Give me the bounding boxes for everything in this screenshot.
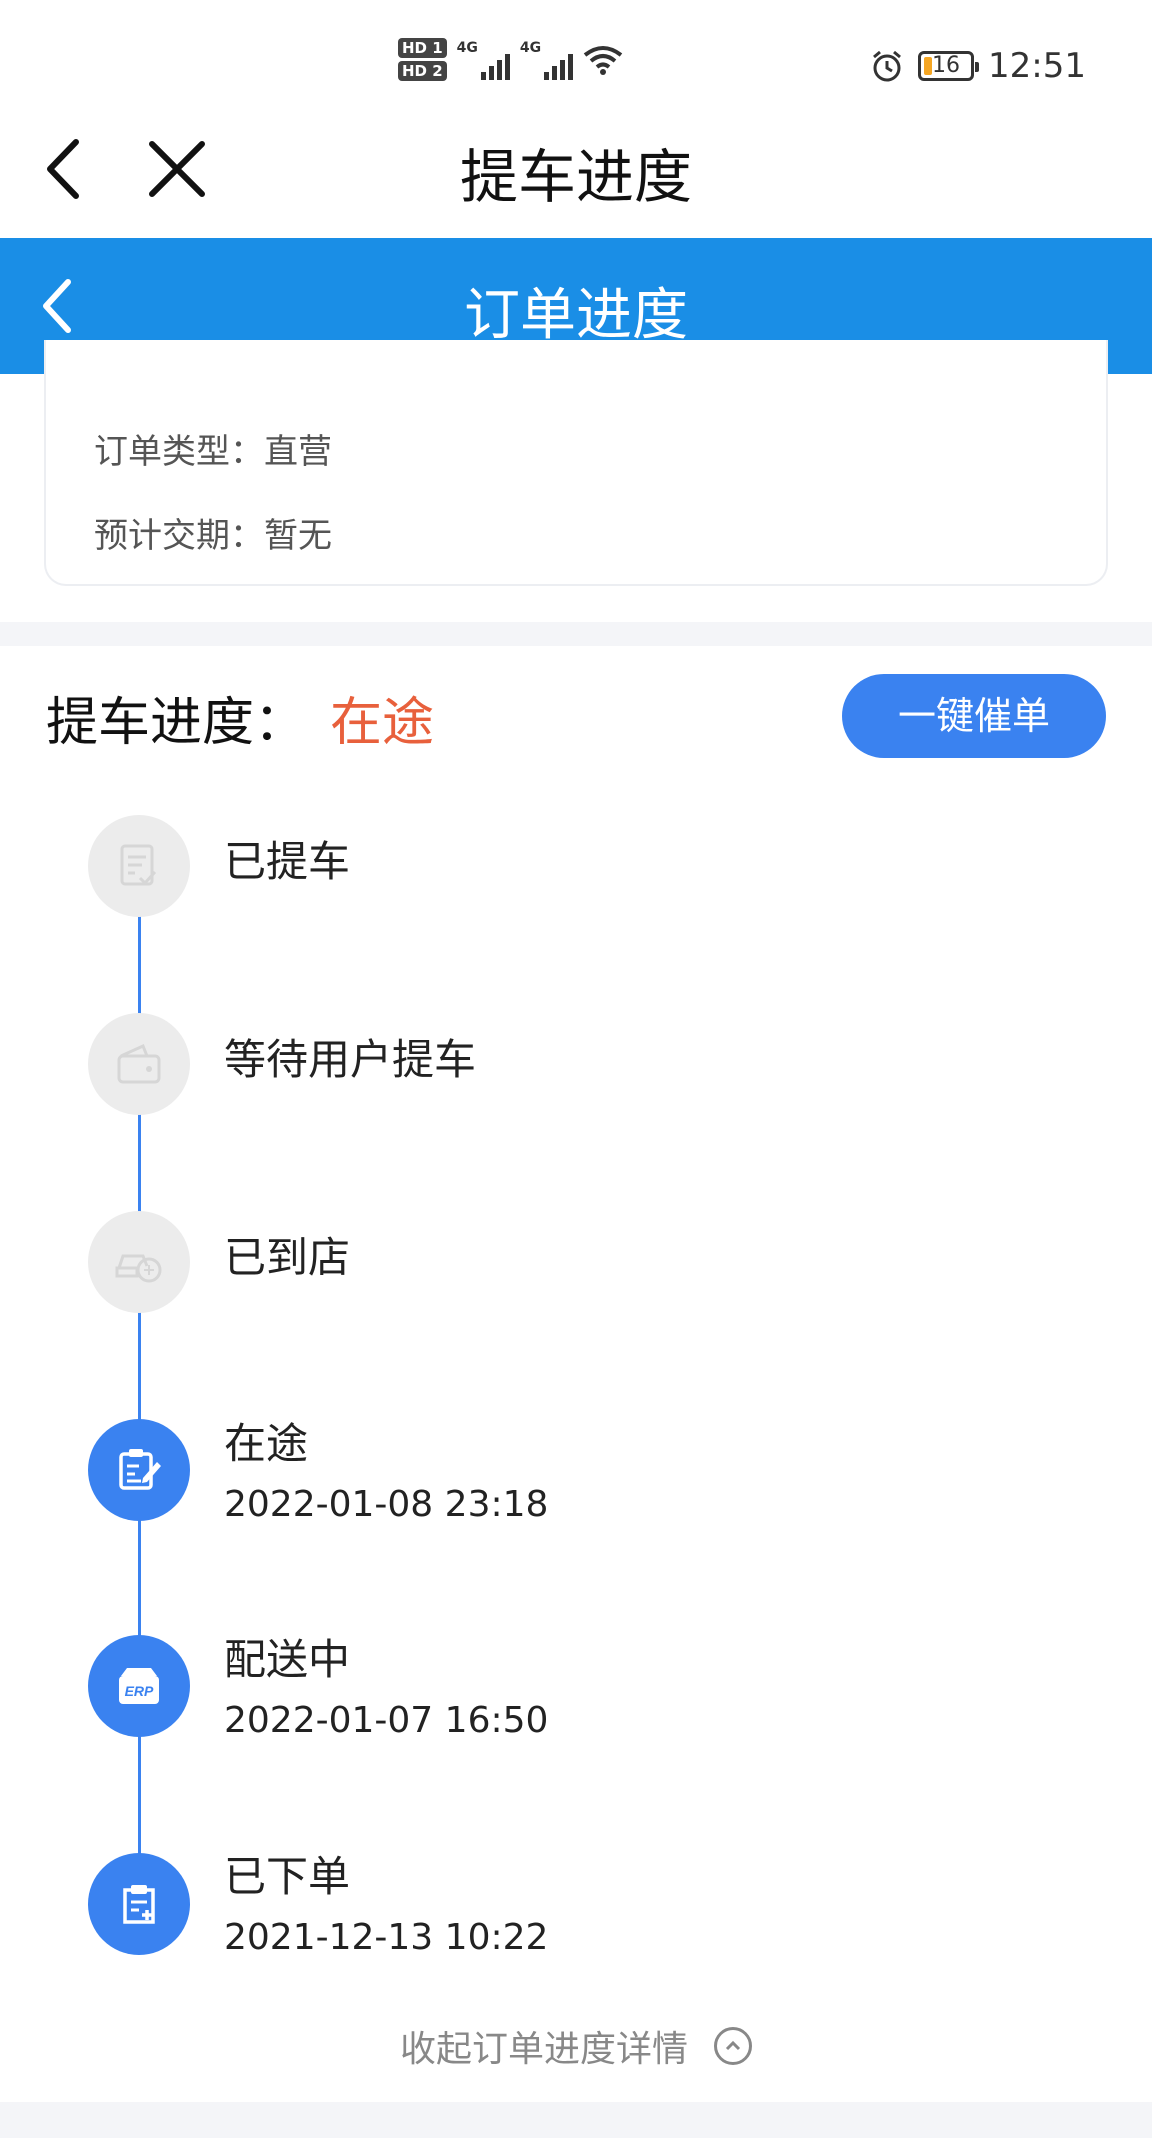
step-title: 已提车	[224, 837, 351, 886]
bottom-divider	[0, 2102, 1152, 2138]
order-type-label: 订单类型：	[94, 432, 264, 472]
urge-order-button[interactable]: 一键催单	[842, 674, 1106, 758]
clipboard-add-icon	[123, 1885, 155, 1924]
order-type-value: 直营	[264, 432, 332, 472]
hd-badge-1: HD 1	[398, 38, 447, 58]
progress-status: 在途	[330, 693, 435, 753]
alarm-icon	[873, 50, 901, 82]
timeline-connector	[138, 916, 141, 1016]
step-time: 2022-01-07 16:50	[224, 1700, 549, 1741]
timeline-connector	[138, 1520, 141, 1636]
chevron-up-icon	[714, 2027, 752, 2065]
order-type-row: 订单类型：直营	[94, 424, 332, 473]
document-check-icon	[120, 844, 157, 886]
step-node-waiting	[88, 1013, 190, 1115]
wallet-icon	[117, 1043, 161, 1084]
page-title: 提车进度	[459, 143, 692, 211]
step-title: 已下单	[224, 1852, 351, 1901]
delivery-date-value: 暂无	[264, 516, 332, 556]
step-node-picked-up	[88, 815, 190, 917]
clock: 12:51	[988, 46, 1086, 86]
wifi-icon	[583, 45, 623, 75]
header-title: 订单进度	[464, 283, 688, 348]
car-store-icon	[115, 1254, 162, 1283]
delivery-date-row: 预计交期：暂无	[94, 508, 332, 557]
svg-text:ERP: ERP	[125, 1683, 154, 1699]
battery-icon: 16	[918, 51, 980, 81]
collapse-details-button[interactable]: 收起订单进度详情	[0, 2020, 1152, 2072]
step-title: 等待用户提车	[224, 1035, 477, 1084]
step-node-ordered	[88, 1853, 190, 1955]
delivery-date-label: 预计交期：	[94, 516, 264, 556]
signal-icon: 4G	[520, 40, 574, 80]
top-nav-bar: 提车进度	[0, 120, 1152, 238]
step-node-arrived	[88, 1211, 190, 1313]
collapse-label: 收起订单进度详情	[399, 2029, 688, 2070]
step-time: 2022-01-08 23:18	[224, 1484, 549, 1525]
step-title: 配送中	[224, 1635, 351, 1684]
step-time: 2021-12-13 10:22	[224, 1917, 549, 1958]
erp-box-icon: ERP	[119, 1668, 159, 1704]
progress-label: 提车进度：	[46, 693, 307, 753]
edit-document-icon	[119, 1449, 161, 1490]
step-node-in-transit	[88, 1419, 190, 1521]
step-title: 在途	[224, 1419, 309, 1468]
signal-icon: 4G	[457, 40, 510, 80]
hd-badge-2: HD 2	[398, 61, 447, 81]
timeline-connector	[138, 1312, 141, 1420]
section-divider	[0, 622, 1152, 646]
status-bar: HD 1 HD 2 4G 4G 16 12:51	[0, 0, 1152, 120]
order-info-card: 订单类型：直营 预计交期：暂无	[44, 340, 1108, 586]
step-title: 已到店	[224, 1233, 351, 1282]
timeline-connector	[138, 1736, 141, 1854]
network-indicators: HD 1 HD 2 4G 4G	[398, 38, 623, 81]
timeline-connector	[138, 1114, 141, 1212]
step-node-delivering: ERP	[88, 1635, 190, 1737]
